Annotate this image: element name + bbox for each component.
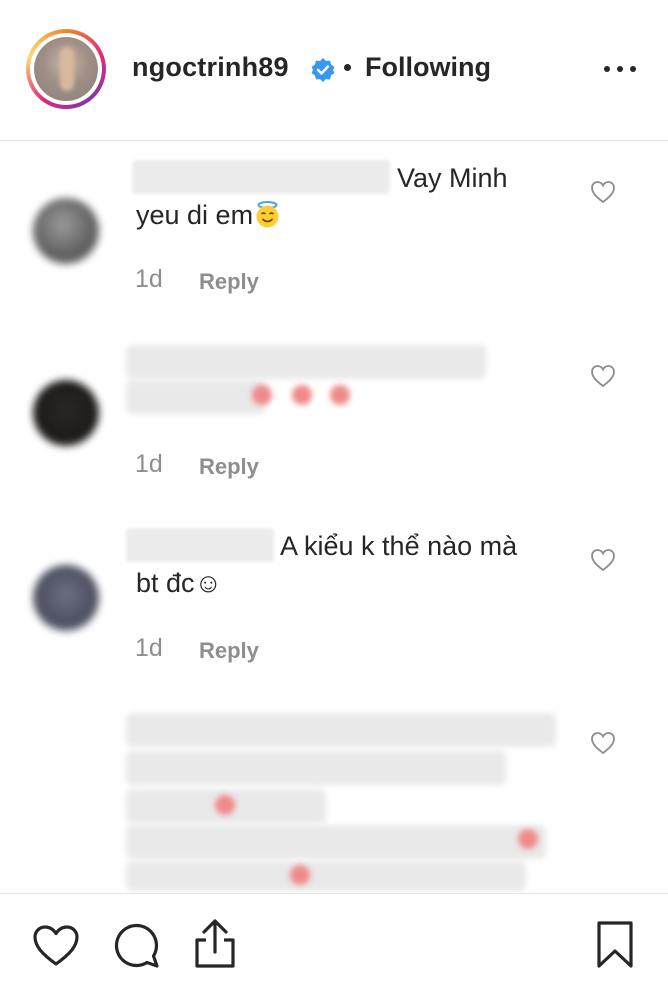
post-header: ngoctrinh89 Following: [0, 0, 668, 141]
blurred-emoji: [252, 385, 272, 405]
blurred-emoji: [290, 865, 310, 885]
comment-item: A kiểu k thể nào mà bt đc☺ 1d Reply: [0, 520, 668, 690]
share-upload-icon[interactable]: [192, 918, 238, 970]
comment-like-heart-icon[interactable]: [590, 364, 616, 388]
comment-item: Vay Minh yeu di em 1d Reply: [0, 150, 668, 320]
blurred-comment-content: [126, 380, 266, 414]
profile-avatar-ring[interactable]: [26, 29, 106, 109]
comment-bubble-icon[interactable]: [113, 922, 161, 970]
avatar-border: [30, 33, 102, 105]
commenter-avatar[interactable]: [33, 565, 99, 631]
comment-like-heart-icon[interactable]: [590, 180, 616, 204]
username-link[interactable]: ngoctrinh89: [132, 52, 289, 83]
blurred-emoji: [292, 385, 312, 405]
comment-text-line: yeu di em: [136, 200, 254, 230]
comment-timestamp: 1d: [135, 450, 163, 478]
blurred-comment-content: [126, 861, 526, 891]
blurred-comment-content: [126, 751, 506, 785]
comment-text-continued: bt đc☺: [136, 568, 223, 598]
commenter-username-blurred[interactable]: [126, 528, 274, 562]
commenter-avatar[interactable]: [33, 380, 99, 446]
blurred-emoji: [330, 385, 350, 405]
smiling-halo-emoji-icon: [256, 201, 279, 228]
comment-like-heart-icon[interactable]: [590, 548, 616, 572]
blurred-comment-content: [126, 825, 546, 859]
bookmark-icon[interactable]: [594, 920, 636, 970]
more-options-icon[interactable]: [600, 62, 640, 78]
verified-badge-icon: [311, 58, 335, 82]
commenter-username-blurred[interactable]: [132, 160, 390, 194]
commenter-avatar[interactable]: [33, 198, 99, 264]
comment-timestamp: 1d: [135, 634, 163, 662]
reply-button[interactable]: Reply: [199, 269, 259, 295]
post-action-bar: [0, 893, 668, 983]
separator-dot: [344, 64, 351, 71]
blurred-emoji: [215, 795, 235, 815]
comment-text: A kiểu k thể nào mà: [280, 531, 518, 561]
comment-text-continued: yeu di em: [136, 197, 281, 234]
comment-timestamp: 1d: [135, 265, 163, 293]
comment-item: [0, 705, 668, 893]
heart-icon[interactable]: [32, 924, 80, 968]
reply-button[interactable]: Reply: [199, 638, 259, 664]
comment-text: Vay Minh: [397, 163, 508, 193]
blurred-comment-content: [126, 345, 486, 379]
avatar-figure: [60, 47, 74, 91]
comment-like-heart-icon[interactable]: [590, 731, 616, 755]
comment-item: 1d Reply: [0, 335, 668, 505]
profile-avatar: [34, 37, 98, 101]
blurred-emoji: [518, 829, 538, 849]
reply-button[interactable]: Reply: [199, 454, 259, 480]
blurred-comment-content: [126, 713, 556, 747]
following-button[interactable]: Following: [365, 52, 491, 83]
